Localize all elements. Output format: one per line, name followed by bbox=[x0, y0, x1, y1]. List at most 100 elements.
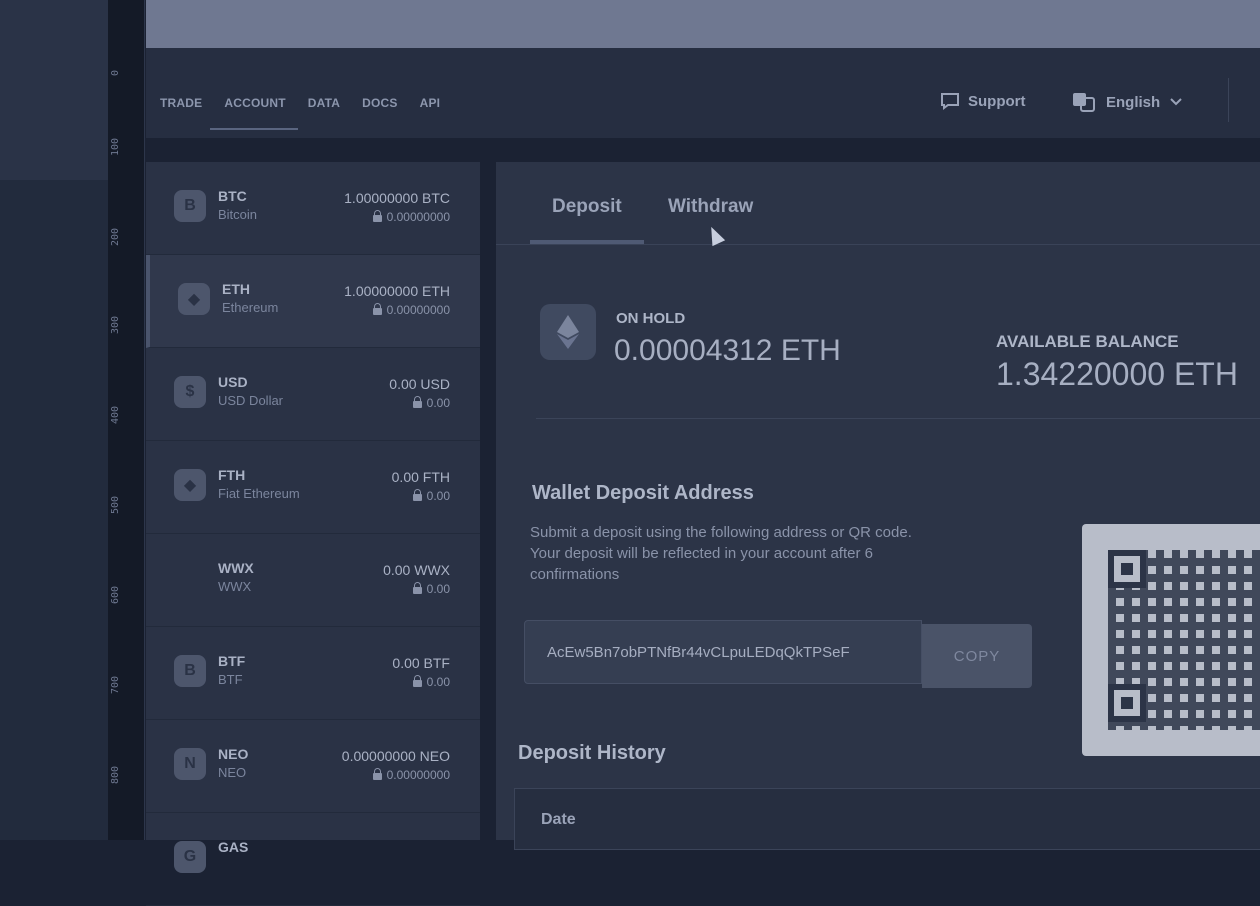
asset-amount: 0.00 USD bbox=[389, 376, 450, 392]
available-balance-label: AVAILABLE BALANCE bbox=[996, 332, 1179, 351]
tab-withdraw[interactable]: Withdraw bbox=[668, 196, 753, 218]
asset-name: NEO bbox=[218, 765, 247, 780]
translate-icon bbox=[1073, 93, 1095, 112]
asset-symbol: NEO bbox=[218, 746, 249, 762]
asset-symbol: ETH bbox=[222, 281, 250, 297]
browser-top-bar bbox=[146, 0, 1260, 48]
wallet-deposit-description: Submit a deposit using the following add… bbox=[530, 524, 912, 583]
asset-item-eth[interactable]: ◆ ETH Ethereum 1.00000000 ETH 0.00000000 bbox=[146, 255, 480, 348]
vertical-ruler: 0 100 200 300 400 500 600 700 800 bbox=[108, 0, 145, 840]
qr-finder-pattern bbox=[1108, 684, 1146, 722]
qr-code bbox=[1082, 524, 1260, 756]
ethereum-icon: ◆ bbox=[174, 469, 206, 501]
language-label: English bbox=[1106, 93, 1161, 111]
bitcoin-icon: B bbox=[174, 655, 206, 687]
asset-name: Fiat Ethereum bbox=[218, 486, 300, 501]
deposit-history-title: Deposit History bbox=[518, 742, 666, 764]
asset-hold: 0.00 bbox=[412, 489, 450, 503]
lock-icon bbox=[412, 489, 422, 501]
asset-item-usd[interactable]: $ USD USD Dollar 0.00 USD 0.00 bbox=[146, 348, 480, 441]
asset-symbol: BTF bbox=[218, 653, 246, 669]
available-balance-value: 1.34220000 ETH bbox=[996, 356, 1238, 392]
asset-item-fth[interactable]: ◆ FTH Fiat Ethereum 0.00 FTH 0.00 bbox=[146, 441, 480, 534]
asset-item-neo[interactable]: N NEO NEO 0.00000000 NEO 0.00000000 bbox=[146, 720, 480, 813]
asset-amount: 0.00000000 NEO bbox=[341, 748, 450, 764]
asset-hold: 0.00000000 bbox=[372, 303, 450, 317]
asset-item-btc[interactable]: B BTC Bitcoin 1.00000000 BTC 0.00000000 bbox=[146, 162, 480, 255]
asset-hold-value: 0.00000000 bbox=[386, 210, 450, 224]
mouse-cursor-icon bbox=[704, 223, 726, 247]
asset-name: Bitcoin bbox=[218, 207, 258, 222]
asset-hold-value: 0.00 bbox=[426, 675, 450, 689]
lock-icon bbox=[412, 396, 422, 408]
asset-name: BTF bbox=[218, 672, 243, 687]
qr-finder-pattern bbox=[1108, 550, 1146, 588]
asset-amount: 1.00000000 BTC bbox=[344, 190, 450, 206]
wallet-panel: Deposit Withdraw ON HOLD 0.00004312 ETH … bbox=[496, 162, 1260, 850]
ruler-tick: 0 bbox=[110, 69, 121, 76]
nav-trade[interactable]: TRADE bbox=[160, 96, 202, 110]
lock-icon bbox=[372, 768, 382, 780]
asset-item-btf[interactable]: B BTF BTF 0.00 BTF 0.00 bbox=[146, 627, 480, 720]
asset-symbol: GAS bbox=[218, 839, 249, 855]
asset-list: B BTC Bitcoin 1.00000000 BTC 0.00000000 … bbox=[146, 162, 480, 906]
asset-amount: 0.00 FTH bbox=[391, 469, 450, 485]
column-header-date[interactable]: Date bbox=[541, 811, 576, 829]
asset-name: Ethereum bbox=[222, 300, 279, 315]
language-selector[interactable]: English bbox=[1072, 92, 1182, 112]
asset-hold-value: 0.00000000 bbox=[386, 768, 450, 782]
ruler-tick: 400 bbox=[110, 405, 121, 424]
asset-symbol: WWX bbox=[218, 560, 254, 576]
lock-icon bbox=[372, 210, 382, 222]
lock-icon bbox=[372, 303, 382, 315]
asset-amount: 0.00 BTF bbox=[392, 655, 450, 671]
tab-deposit[interactable]: Deposit bbox=[530, 196, 644, 244]
section-divider bbox=[536, 418, 1260, 419]
wallet-deposit-title: Wallet Deposit Address bbox=[532, 482, 754, 504]
chat-bubble-icon bbox=[941, 93, 959, 110]
asset-hold: 0.00000000 bbox=[372, 210, 450, 224]
asset-symbol: BTC bbox=[218, 188, 247, 204]
ruler-tick: 600 bbox=[110, 585, 121, 604]
asset-hold: 0.00 bbox=[412, 675, 450, 689]
asset-name: WWX bbox=[218, 579, 252, 594]
ruler-tick: 700 bbox=[110, 675, 121, 694]
nav-data[interactable]: DATA bbox=[308, 96, 340, 110]
asset-hold-value: 0.00000000 bbox=[386, 303, 450, 317]
asset-hold-value: 0.00 bbox=[426, 489, 450, 503]
asset-item-gas[interactable]: G GAS bbox=[146, 813, 480, 906]
support-link[interactable]: Support bbox=[940, 92, 1026, 110]
ruler-tick: 200 bbox=[110, 227, 121, 246]
ruler-tick: 300 bbox=[110, 315, 121, 334]
asset-amount: 1.00000000 ETH bbox=[344, 283, 450, 299]
wallet-tabs: Deposit Withdraw bbox=[496, 162, 1260, 247]
asset-hold-value: 0.00 bbox=[426, 396, 450, 410]
on-hold-label: ON HOLD bbox=[616, 310, 686, 327]
asset-hold: 0.00000000 bbox=[372, 768, 450, 782]
asset-hold-value: 0.00 bbox=[426, 582, 450, 596]
on-hold-value: 0.00004312 ETH bbox=[614, 334, 841, 367]
lock-icon bbox=[412, 675, 422, 687]
ethereum-icon: ◆ bbox=[178, 283, 210, 315]
support-label: Support bbox=[968, 92, 1026, 110]
deposit-history-table: Date bbox=[514, 788, 1260, 850]
gas-icon: G bbox=[174, 841, 206, 873]
asset-hold: 0.00 bbox=[412, 396, 450, 410]
nav-account[interactable]: ACCOUNT bbox=[210, 96, 299, 130]
asset-symbol: FTH bbox=[218, 467, 246, 483]
asset-symbol: USD bbox=[218, 374, 248, 390]
nav-docs[interactable]: DOCS bbox=[362, 96, 397, 110]
ruler-tick: 800 bbox=[110, 765, 121, 784]
asset-amount: 0.00 WWX bbox=[383, 562, 450, 578]
bitcoin-icon: B bbox=[174, 190, 206, 222]
ethereum-icon bbox=[540, 304, 596, 360]
asset-item-wwx[interactable]: WWX WWX 0.00 WWX 0.00 bbox=[146, 534, 480, 627]
dollar-icon: $ bbox=[174, 376, 206, 408]
copy-button[interactable]: COPY bbox=[922, 624, 1032, 688]
header-divider bbox=[1228, 78, 1229, 122]
ruler-tick: 100 bbox=[110, 137, 121, 156]
chevron-down-icon bbox=[1170, 98, 1182, 106]
deposit-address-field[interactable]: AcEw5Bn7obPTNfBr44vCLpuLEDqQkTPSeF bbox=[524, 620, 922, 684]
nav-api[interactable]: API bbox=[420, 96, 441, 110]
asset-name: USD Dollar bbox=[218, 393, 284, 408]
